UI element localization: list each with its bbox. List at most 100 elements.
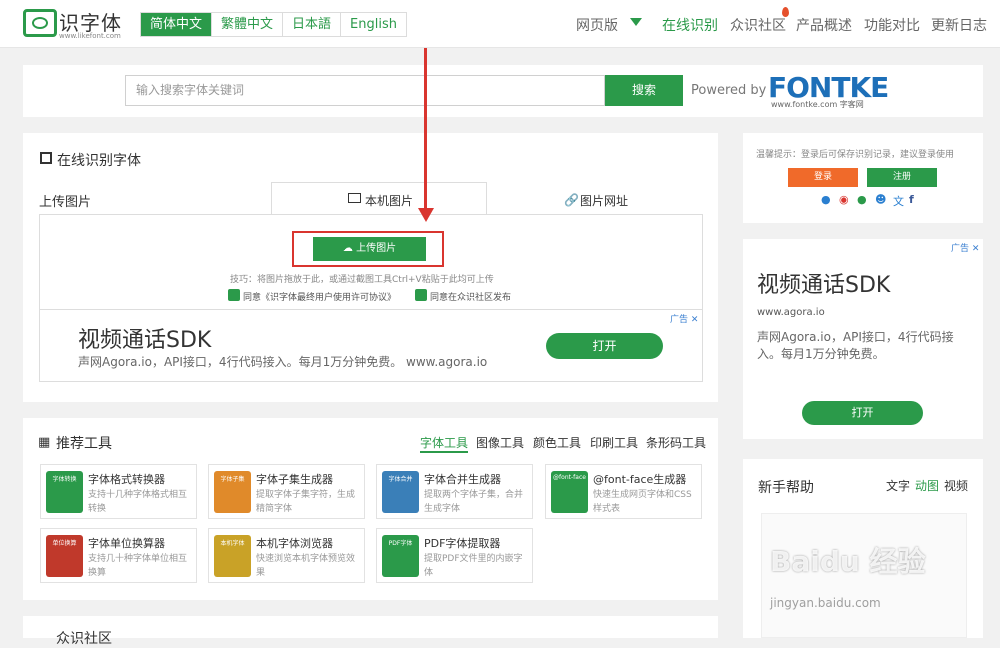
tool-icon-label: 本机字体: [220, 540, 245, 547]
tab-image-url[interactable]: 图片网址: [580, 192, 628, 209]
language-switcher: 简体中文 繁體中文 日本語 English: [140, 12, 407, 37]
tool-icon-label: PDF字体: [388, 540, 413, 547]
renren-icon[interactable]: 文: [893, 193, 904, 209]
tool-card[interactable]: 本机字体 本机字体浏览器 快速浏览本机字体预览效果: [208, 528, 365, 583]
tool-icon: 单位换算: [46, 535, 83, 577]
tool-icon-label: 字体转换: [52, 476, 77, 483]
nav-overview[interactable]: 产品概述: [796, 15, 852, 35]
tool-desc: 提取PDF文件里的内嵌字体: [424, 554, 523, 578]
search-button[interactable]: 搜索: [605, 75, 683, 106]
annotation-arrow-line: [424, 48, 427, 213]
tools-panel: ▦ 推荐工具 字体工具 图像工具 颜色工具 印刷工具 条形码工具 字体转换 字体格…: [23, 418, 718, 600]
top-navbar: 识字体 www.likefont.com 简体中文 繁體中文 日本語 Engli…: [0, 0, 1000, 48]
site-logo[interactable]: 识字体 www.likefont.com: [23, 6, 125, 42]
tool-icon-label: 字体子集: [220, 476, 245, 483]
link-icon: 🔗: [564, 193, 579, 207]
recognize-title: 在线识别字体: [57, 153, 141, 169]
side-ad-tag: 广告 ✕: [951, 244, 980, 254]
scan-icon: [40, 152, 52, 164]
tool-desc: 提取两个字体子集，合并生成字体: [424, 490, 524, 514]
register-button[interactable]: 注册: [867, 168, 937, 187]
ad-subtitle: 声网Agora.io，API接口，4行代码接入。每月1万分钟免费。 www.ag…: [78, 355, 488, 369]
tool-icon: @font-face: [551, 471, 588, 513]
nav-online-recognize[interactable]: 在线识别: [662, 15, 718, 35]
nav-community[interactable]: 众识社区: [730, 15, 786, 35]
tool-name: 字体子集生成器: [256, 473, 333, 486]
wechat-icon[interactable]: ●: [857, 193, 867, 206]
nav-compare[interactable]: 功能对比: [864, 15, 920, 35]
tool-desc: 快速生成网页字体和CSS样式表: [593, 490, 692, 514]
tool-card[interactable]: 字体子集 字体子集生成器 提取字体子集字符，生成精简字体: [208, 464, 365, 519]
image-icon: [348, 193, 361, 203]
agree-publish-label: 同意在众识社区发布: [430, 293, 512, 303]
upload-image-button[interactable]: ☁ 上传图片: [313, 237, 426, 261]
chevron-down-icon[interactable]: [630, 18, 642, 26]
tool-desc: 快速浏览本机字体预览效果: [256, 554, 356, 578]
login-button[interactable]: 登录: [788, 168, 858, 187]
community-panel: 众识社区: [23, 616, 718, 647]
ad-tag: 广告 ✕: [670, 315, 699, 325]
watermark-url: jingyan.baidu.com: [770, 596, 881, 610]
qq-icon[interactable]: ●: [821, 193, 831, 206]
nav-web-version[interactable]: 网页版: [576, 15, 618, 35]
tab-local-image[interactable]: 本机图片: [271, 182, 487, 215]
tab-print-tools[interactable]: 印刷工具: [590, 434, 638, 451]
help-title: 新手帮助: [758, 480, 814, 496]
agree-license-label: 同意《识字体最终用户使用许可协议》: [243, 293, 397, 303]
tool-icon-label: @font-face: [553, 474, 586, 481]
help-tab-video[interactable]: 视频: [944, 477, 968, 494]
tab-image-tools[interactable]: 图像工具: [476, 434, 524, 451]
lang-japanese[interactable]: 日本語: [283, 13, 342, 36]
tool-card[interactable]: @font-face @font-face生成器快速生成网页字体和CSS样式表: [545, 464, 702, 519]
tool-icon-label: 字体合并: [388, 476, 413, 483]
annotation-arrow-head: [418, 208, 434, 222]
lang-simplified[interactable]: 简体中文: [141, 13, 213, 36]
login-hint: 温馨提示：登录后可保存识别记录，建议登录使用: [756, 150, 955, 160]
tools-title: 推荐工具: [56, 436, 112, 452]
watermark-logo: Baidu 经验: [770, 545, 926, 578]
tool-card[interactable]: 字体转换 字体格式转换器支持十几种字体格式相互转换: [40, 464, 197, 519]
ad-banner[interactable]: 广告 ✕ 视频通话SDK 声网Agora.io，API接口，4行代码接入。每月1…: [39, 310, 703, 382]
tool-card[interactable]: 单位换算 字体单位换算器支持几十种字体单位相互换算: [40, 528, 197, 583]
upload-dropzone[interactable]: ☁ 上传图片 技巧：将图片拖放于此，或通过截图工具Ctrl+V粘贴于此均可上传 …: [39, 214, 703, 310]
tool-card[interactable]: 字体合并 字体合并生成器 提取两个字体子集，合并生成字体: [376, 464, 533, 519]
tool-desc: 支持几十种字体单位相互换算: [88, 554, 188, 578]
lang-english[interactable]: English: [341, 13, 406, 36]
side-ad-open-button[interactable]: 打开: [802, 401, 923, 425]
weibo-icon[interactable]: ◉: [839, 193, 849, 206]
tool-icon: 本机字体: [214, 535, 251, 577]
search-input[interactable]: 输入搜索字体关键词: [125, 75, 605, 106]
tab-font-tools[interactable]: 字体工具: [420, 434, 469, 453]
tool-name: 字体单位换算器: [88, 537, 165, 550]
tab-barcode-tools[interactable]: 条形码工具: [646, 434, 706, 451]
tool-icon: PDF字体: [382, 535, 419, 577]
recognize-panel: 在线识别字体 上传图片 本机图片 🔗 图片网址 ☁ 上传图片 技巧：将图片拖放于…: [23, 133, 718, 402]
upload-heading: 上传图片: [39, 195, 92, 210]
ad-open-button[interactable]: 打开: [546, 333, 663, 359]
tool-card[interactable]: PDF字体 PDF字体提取器提取PDF文件里的内嵌字体: [376, 528, 533, 583]
side-ad-title: 视频通话SDK: [757, 273, 891, 298]
tool-desc: 支持十几种字体格式相互转换: [88, 490, 188, 514]
tab-color-tools[interactable]: 颜色工具: [533, 434, 581, 451]
tab-local-label: 本机图片: [365, 194, 414, 208]
side-ad-desc: 声网Agora.io，API接口，4行代码接入。每月1万分钟免费。: [757, 330, 954, 361]
tool-icon: 字体转换: [46, 471, 83, 513]
tool-name: 字体格式转换器: [88, 473, 165, 486]
tool-name: @font-face生成器: [593, 473, 687, 486]
powered-by-label: Powered by: [691, 83, 767, 98]
agree-license-checkbox[interactable]: [228, 289, 240, 301]
tool-name: PDF字体提取器: [424, 537, 501, 550]
baidu-icon[interactable]: ☻: [875, 193, 886, 206]
help-tab-gif[interactable]: 动图: [915, 477, 939, 494]
help-tab-text[interactable]: 文字: [886, 477, 910, 494]
facebook-icon[interactable]: f: [909, 193, 914, 206]
fontke-logo-sub: www.fontke.com 字客网: [771, 100, 864, 109]
logo-icon: [23, 9, 57, 37]
tool-icon: 字体合并: [382, 471, 419, 513]
agree-publish-checkbox[interactable]: [415, 289, 427, 301]
search-panel: 输入搜索字体关键词 搜索 Powered by FONTKE www.fontk…: [23, 65, 983, 117]
grid-icon: ▦: [38, 435, 51, 450]
nav-changelog[interactable]: 更新日志: [931, 15, 987, 35]
lang-traditional[interactable]: 繁體中文: [212, 13, 284, 36]
side-ad[interactable]: 广告 ✕ 视频通话SDK www.agora.io 声网Agora.io，API…: [743, 239, 983, 439]
